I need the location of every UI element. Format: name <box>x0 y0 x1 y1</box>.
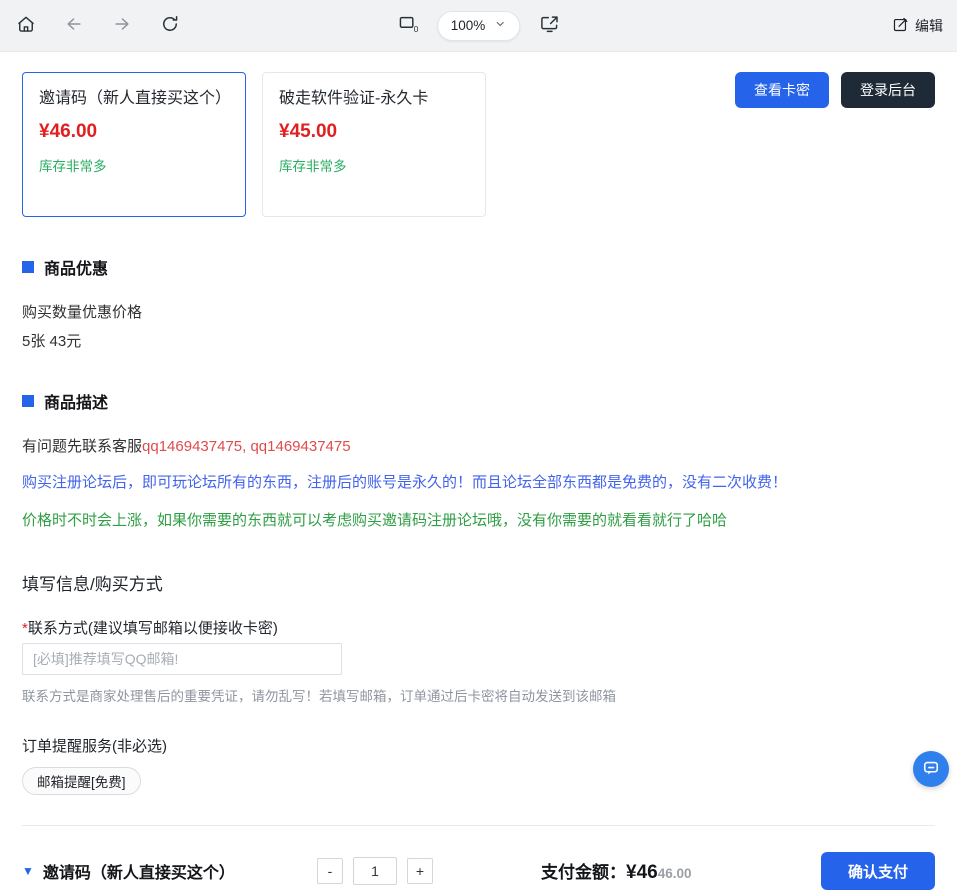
contact-field-label: *联系方式(建议填写邮箱以便接收卡密) <box>22 617 935 638</box>
description-heading-text: 商品描述 <box>44 389 108 413</box>
checkout-bar: ▼ 邀请码（新人直接买这个） - + 支付金额： ¥46 46.00 确认支付 <box>22 852 935 890</box>
product-price: ¥45.00 <box>279 121 469 143</box>
forward-button[interactable] <box>110 12 134 39</box>
form-section-title: 填写信息/购买方式 <box>22 570 935 595</box>
svg-text:0: 0 <box>413 25 418 34</box>
refresh-icon <box>160 14 180 37</box>
home-button[interactable] <box>14 12 38 39</box>
product-price: ¥46.00 <box>39 121 229 143</box>
admin-login-button[interactable]: 登录后台 <box>841 72 935 108</box>
zoom-level-dropdown[interactable]: 100% <box>437 11 521 41</box>
browser-toolbar: 0 100% <box>0 0 957 52</box>
arrow-left-icon <box>64 14 84 37</box>
description-line-green: 价格时不时会上涨，如果你需要的东西就可以考虑购买邀请码注册论坛哦，没有你需要的就… <box>22 509 935 530</box>
device-preview-button[interactable]: 0 <box>395 11 421 40</box>
product-title: 破走软件验证-永久卡 <box>279 87 469 111</box>
top-row: 邀请码（新人直接买这个） ¥46.00 库存非常多 破走软件验证-永久卡 ¥45… <box>22 72 935 217</box>
blue-square-bullet-icon <box>22 261 34 273</box>
quantity-minus-button[interactable]: - <box>317 858 343 884</box>
selected-product-name: 邀请码（新人直接买这个） <box>43 859 235 883</box>
selected-product-dropdown[interactable]: ▼ 邀请码（新人直接买这个） <box>22 859 317 883</box>
description-contact-line: 有问题先联系客服qq1469437475, qq1469437475 <box>22 435 935 456</box>
blue-square-bullet-icon <box>22 395 34 407</box>
edit-button[interactable]: 编辑 <box>892 16 943 36</box>
confirm-pay-button[interactable]: 确认支付 <box>821 852 935 890</box>
contact-help-text: 联系方式是商家处理售后的重要凭证，请勿乱写！若填写邮箱，订单通过后卡密将自动发送… <box>22 685 935 705</box>
quantity-stepper: - + <box>317 857 433 885</box>
edit-pencil-icon <box>892 16 909 36</box>
payment-amount-decimal: 46.00 <box>658 866 692 881</box>
home-icon <box>16 14 36 37</box>
contact-label-text: 联系方式(建议填写邮箱以便接收卡密) <box>28 620 278 637</box>
toolbar-nav-group <box>14 12 182 39</box>
main-content: 邀请码（新人直接买这个） ¥46.00 库存非常多 破走软件验证-永久卡 ¥45… <box>0 72 957 890</box>
product-card-software-verify[interactable]: 破走软件验证-永久卡 ¥45.00 库存非常多 <box>262 72 486 217</box>
view-cards-button[interactable]: 查看卡密 <box>735 72 829 108</box>
promo-heading-text: 商品优惠 <box>44 255 108 279</box>
device-preview-icon: 0 <box>397 13 419 38</box>
toolbar-zoom-group: 0 100% <box>395 11 563 41</box>
description-section-heading: 商品描述 <box>22 389 935 413</box>
chevron-down-icon <box>494 18 506 33</box>
checkout-divider <box>22 825 935 826</box>
product-stock-status: 库存非常多 <box>39 155 229 175</box>
quantity-plus-button[interactable]: + <box>407 858 433 884</box>
product-card-list: 邀请码（新人直接买这个） ¥46.00 库存非常多 破走软件验证-永久卡 ¥45… <box>22 72 486 217</box>
contact-input[interactable] <box>22 643 342 675</box>
quantity-input[interactable] <box>353 857 397 885</box>
arrow-right-icon <box>112 14 132 37</box>
chat-bubble-icon <box>921 758 941 781</box>
payment-amount-value: ¥46 <box>626 862 658 884</box>
contact-qq-numbers: qq1469437475, qq1469437475 <box>142 438 351 455</box>
refresh-button[interactable] <box>158 12 182 39</box>
open-external-button[interactable] <box>536 11 562 40</box>
payment-amount-label: 支付金额： <box>541 858 626 883</box>
promo-line-1: 购买数量优惠价格 <box>22 301 935 322</box>
zoom-level-value: 100% <box>451 18 486 33</box>
remind-service-heading: 订单提醒服务(非必选) <box>22 735 935 756</box>
product-card-invite-code[interactable]: 邀请码（新人直接买这个） ¥46.00 库存非常多 <box>22 72 246 217</box>
back-button[interactable] <box>62 12 86 39</box>
promo-line-2: 5张 43元 <box>22 330 935 351</box>
monitor-external-icon <box>538 13 560 38</box>
edit-label: 编辑 <box>915 16 943 36</box>
product-stock-status: 库存非常多 <box>279 155 469 175</box>
product-title: 邀请码（新人直接买这个） <box>39 87 229 111</box>
description-line-blue: 购买注册论坛后，即可玩论坛所有的东西，注册后的账号是永久的！而且论坛全部东西都是… <box>22 471 935 492</box>
chat-fab-button[interactable] <box>913 751 949 787</box>
email-remind-chip[interactable]: 邮箱提醒[免费] <box>22 767 141 795</box>
dropdown-triangle-icon: ▼ <box>22 864 34 878</box>
payment-amount: 支付金额： ¥46 46.00 <box>541 858 692 884</box>
top-action-buttons: 查看卡密 登录后台 <box>735 72 935 108</box>
contact-prefix-text: 有问题先联系客服 <box>22 438 142 455</box>
promo-section-heading: 商品优惠 <box>22 255 935 279</box>
